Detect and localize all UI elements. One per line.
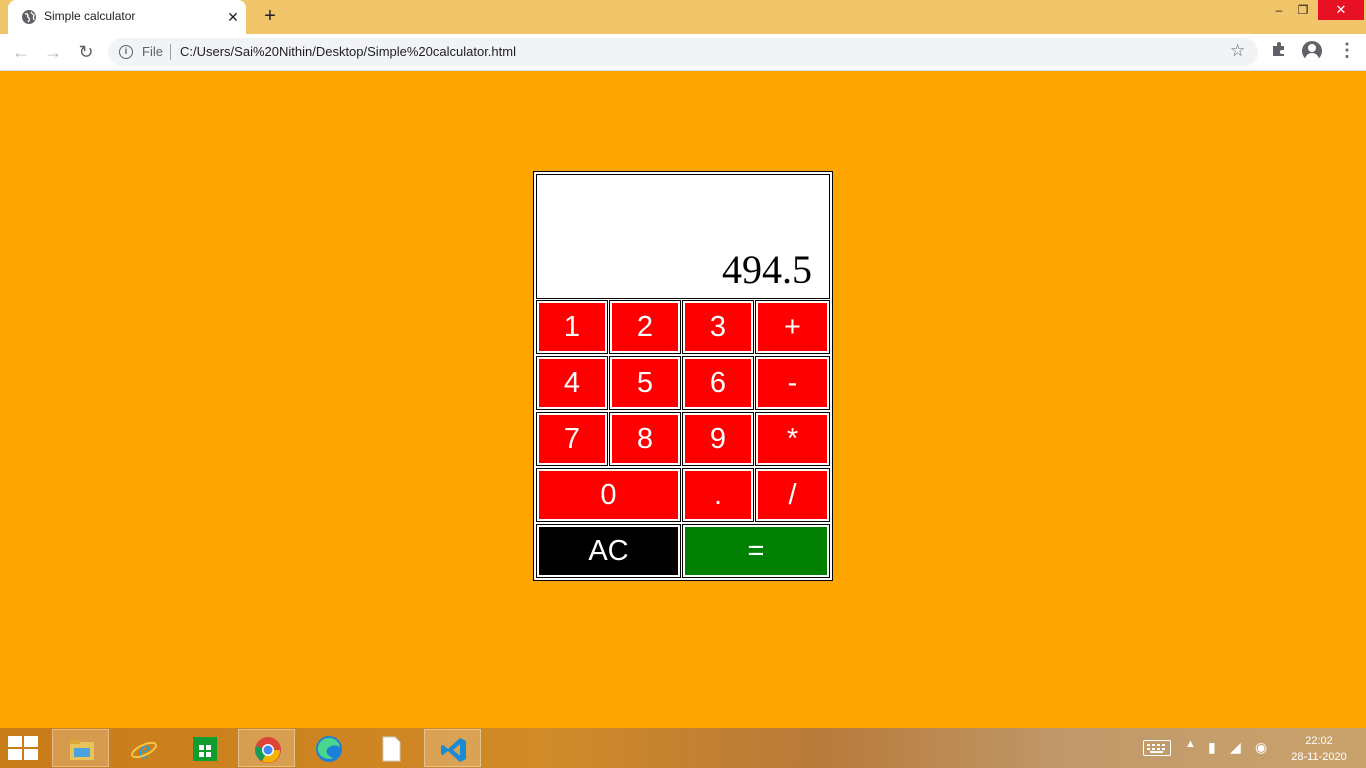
calculator-display: 494.5: [536, 174, 830, 299]
info-icon[interactable]: i: [119, 45, 133, 59]
address-separator: [170, 44, 171, 60]
restore-window-button[interactable]: ❐: [1290, 0, 1316, 20]
extensions-puzzle-icon[interactable]: [1270, 40, 1288, 58]
store-icon: [193, 737, 217, 761]
equals-button[interactable]: =: [682, 524, 830, 578]
new-tab-button[interactable]: +: [258, 5, 282, 29]
tab-title: Simple calculator: [44, 9, 136, 23]
url-text[interactable]: C:/Users/Sai%20Nithin/Desktop/Simple%20c…: [180, 44, 516, 59]
chrome-icon: [255, 737, 281, 763]
vscode-icon: [441, 738, 466, 762]
touch-keyboard-icon[interactable]: [1143, 740, 1171, 756]
key-divide[interactable]: /: [755, 468, 830, 522]
profile-avatar-icon[interactable]: [1302, 41, 1322, 61]
browser-toolbar: ← → ↻ i File C:/Users/Sai%20Nithin/Deskt…: [0, 34, 1366, 71]
volume-muted-icon[interactable]: ◉: [1255, 739, 1267, 756]
edge-icon: [316, 736, 342, 762]
reload-icon[interactable]: ↻: [74, 40, 98, 64]
key-8[interactable]: 8: [609, 412, 681, 466]
svg-text:e: e: [138, 735, 150, 763]
key-multiply[interactable]: *: [755, 412, 830, 466]
key-1[interactable]: 1: [536, 300, 608, 354]
start-icon[interactable]: [8, 736, 40, 762]
browser-menu-icon[interactable]: ⋮: [1338, 40, 1356, 62]
taskbar: e ▲ ▮ ◢ ◉ 22:02 28-11-2020: [0, 728, 1366, 768]
forward-arrow-icon[interactable]: →: [41, 40, 65, 64]
bookmark-star-icon[interactable]: ☆: [1230, 41, 1245, 61]
file-explorer-icon: [70, 740, 94, 760]
key-0[interactable]: 0: [536, 468, 681, 522]
taskbar-store[interactable]: [176, 729, 233, 767]
taskbar-edge[interactable]: [300, 729, 357, 767]
browser-tab-strip: Simple calculator ✕ + – ❐ ✕: [0, 0, 1366, 34]
address-scheme-label: File: [142, 44, 163, 59]
clear-button[interactable]: AC: [536, 524, 681, 578]
key-plus[interactable]: +: [755, 300, 830, 354]
notepad-icon: [382, 736, 401, 762]
back-arrow-icon[interactable]: ←: [9, 40, 33, 64]
key-5[interactable]: 5: [609, 356, 681, 410]
show-hidden-icons-icon[interactable]: ▲: [1185, 738, 1196, 750]
address-bar[interactable]: i File C:/Users/Sai%20Nithin/Desktop/Sim…: [108, 38, 1258, 66]
calculator: 494.5 1 2 3 + 4 5 6 - 7 8 9 * 0 . / AC =: [533, 171, 833, 581]
key-4[interactable]: 4: [536, 356, 608, 410]
key-7[interactable]: 7: [536, 412, 608, 466]
taskbar-internet-explorer[interactable]: e: [115, 729, 172, 767]
key-minus[interactable]: -: [755, 356, 830, 410]
network-signal-icon[interactable]: ◢: [1230, 739, 1241, 756]
key-6[interactable]: 6: [682, 356, 754, 410]
taskbar-file-explorer[interactable]: [52, 729, 109, 767]
minimize-window-button[interactable]: –: [1266, 0, 1292, 20]
close-tab-icon[interactable]: ✕: [224, 8, 242, 26]
close-window-button[interactable]: ✕: [1318, 0, 1364, 20]
taskbar-chrome[interactable]: [238, 729, 295, 767]
display-value: 494.5: [722, 247, 812, 292]
key-3[interactable]: 3: [682, 300, 754, 354]
clock-time: 22:02: [1305, 735, 1333, 747]
internet-explorer-icon: e: [131, 735, 157, 763]
globe-icon: [22, 10, 36, 24]
battery-icon[interactable]: ▮: [1208, 739, 1216, 756]
taskbar-notepad[interactable]: [362, 729, 419, 767]
system-clock[interactable]: 22:02 28-11-2020: [1284, 733, 1354, 765]
key-decimal[interactable]: .: [682, 468, 754, 522]
key-2[interactable]: 2: [609, 300, 681, 354]
taskbar-vscode[interactable]: [424, 729, 481, 767]
clock-date: 28-11-2020: [1291, 751, 1347, 763]
key-9[interactable]: 9: [682, 412, 754, 466]
browser-tab[interactable]: Simple calculator ✕: [8, 0, 246, 34]
